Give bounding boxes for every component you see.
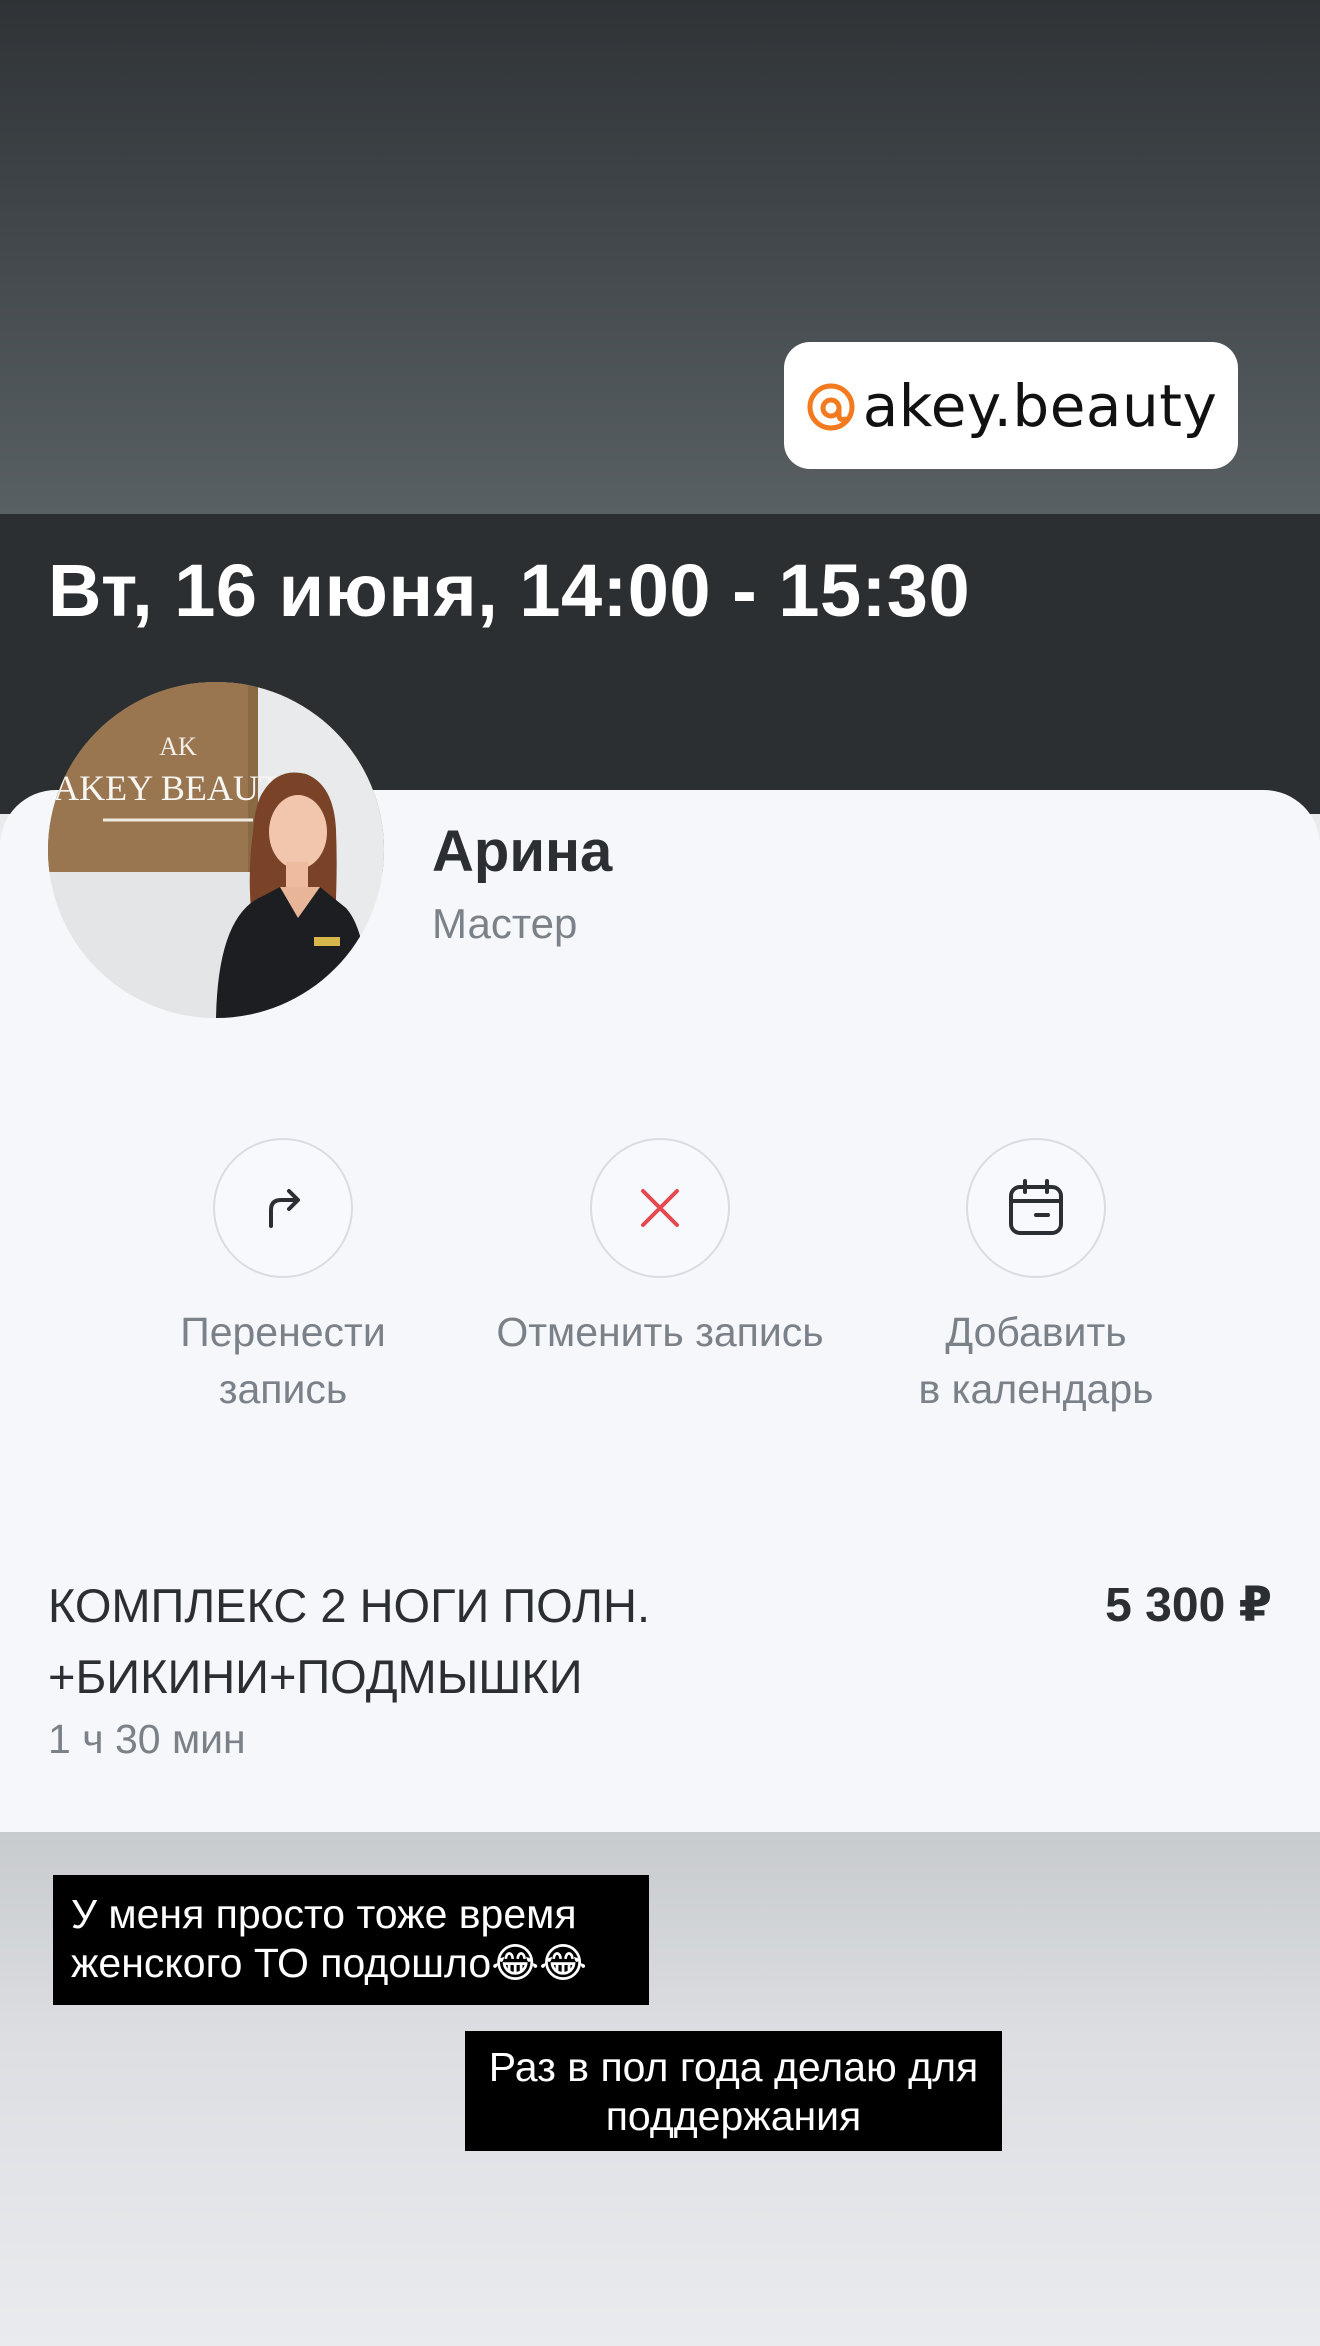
reschedule-arrow-icon xyxy=(269,1189,300,1228)
reschedule-button[interactable]: Перенести запись xyxy=(93,1138,473,1418)
threads-handle-text: akey.beauty xyxy=(862,371,1218,440)
master-name: Арина xyxy=(432,819,613,884)
threads-logo-icon xyxy=(807,383,855,430)
service-duration: 1 ч 30 мин xyxy=(48,1716,246,1762)
service-price: 5 300 ₽ xyxy=(1105,1579,1272,1632)
story-caption-1: У меня просто тоже время женского ТО под… xyxy=(53,1875,649,2005)
cancel-appointment-button[interactable]: Отменить запись xyxy=(470,1138,850,1361)
story-caption-2: Раз в пол года делаю для поддержания xyxy=(465,2031,1002,2151)
service-name: КОМПЛЕКС 2 НОГИ ПОЛН. +БИКИНИ+ПОДМЫШКИ xyxy=(48,1579,651,1703)
add-to-calendar-button[interactable]: Добавить в календарь xyxy=(846,1138,1226,1418)
master-role: Мастер xyxy=(432,900,578,947)
add-to-calendar-label: Добавить в календарь xyxy=(918,1309,1154,1412)
cancel-label: Отменить запись xyxy=(496,1309,824,1355)
reschedule-icon-circle[interactable] xyxy=(213,1138,353,1278)
master-avatar: AK AKEY BEAUTY xyxy=(48,682,384,1018)
reschedule-label: Перенести запись xyxy=(180,1309,386,1412)
cancel-icon-circle[interactable] xyxy=(590,1138,730,1278)
calendar-icon-circle[interactable] xyxy=(966,1138,1106,1278)
master-photo: AK AKEY BEAUTY xyxy=(48,682,384,1018)
cancel-x-icon xyxy=(641,1189,679,1227)
calendar-icon xyxy=(1009,1179,1063,1235)
appointment-datetime: Вт, 16 июня, 14:00 - 15:30 xyxy=(48,549,971,632)
svg-text:AK: AK xyxy=(159,732,197,761)
threads-handle-sticker[interactable]: akey.beauty xyxy=(784,342,1238,469)
